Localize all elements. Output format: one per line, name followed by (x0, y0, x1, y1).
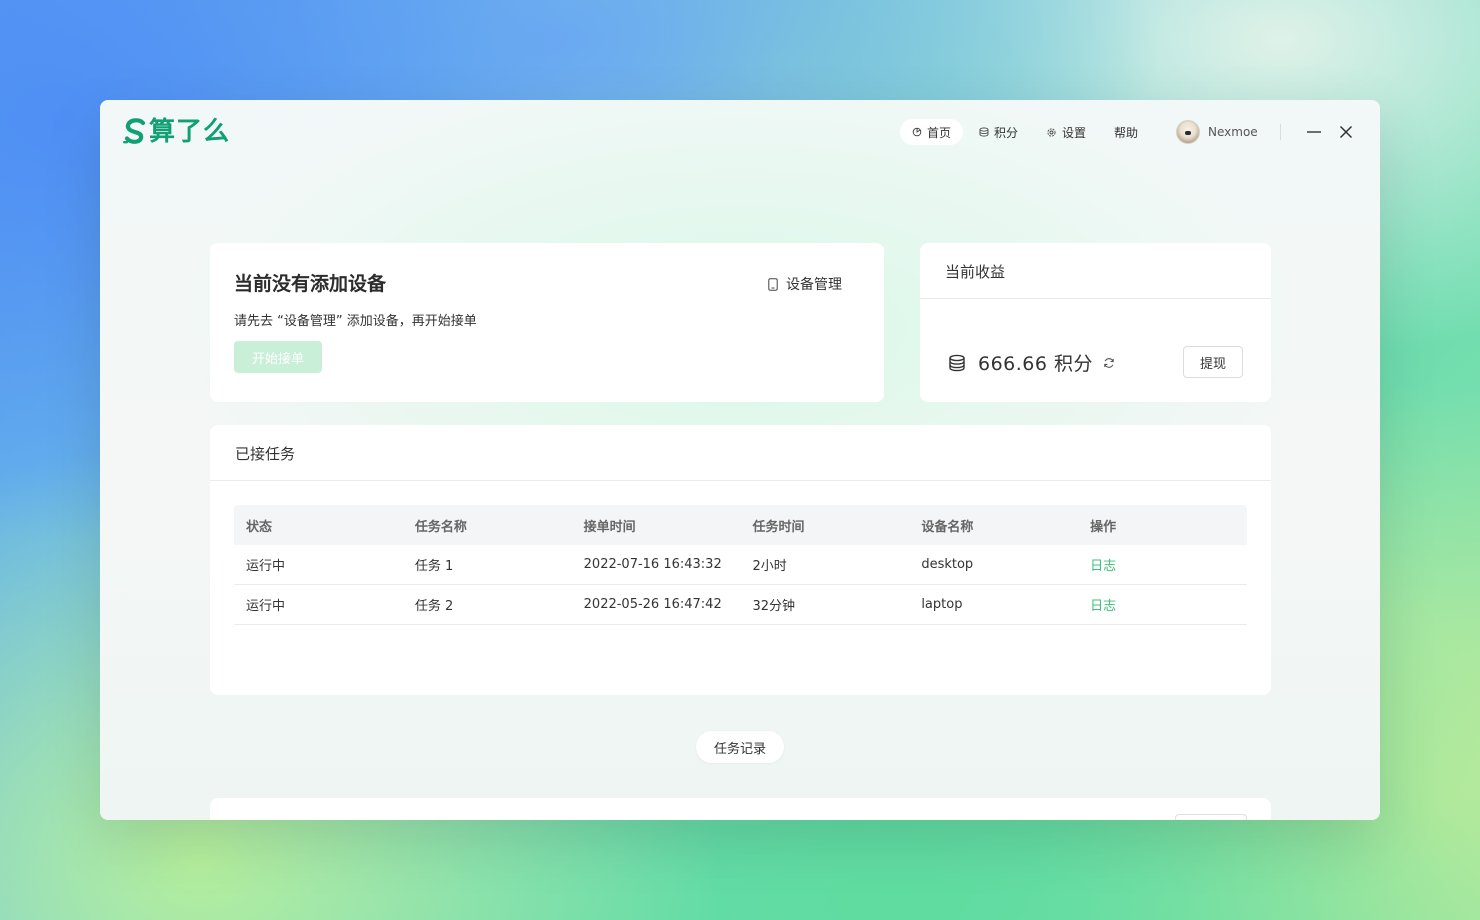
cell-status: 运行中 (246, 599, 286, 614)
device-card-description: 请先去 “设备管理” 添加设备，再开始接单 (234, 314, 477, 329)
cell-task-name: 任务 1 (414, 559, 454, 574)
close-icon (1339, 125, 1353, 139)
nav-item-help[interactable]: 帮助 (1102, 119, 1150, 145)
income-card: 当前收益 666.66 积分 提现 (920, 243, 1271, 402)
task-history-button[interactable]: 任务记录 (696, 731, 784, 763)
device-manage-link[interactable]: 设备管理 (768, 274, 842, 294)
logo-text: 算了么 (149, 117, 231, 147)
close-button[interactable] (1336, 122, 1356, 142)
cell-status: 运行中 (246, 559, 286, 574)
nav-item-home[interactable]: 首页 (900, 119, 964, 145)
divider (1280, 124, 1281, 140)
nav-item-settings-label: 设置 (1062, 125, 1087, 140)
app-window: 算了么 首页 积分 设置 帮助 Nexmoe 当前没有添加设备 设备管理 请先去… (100, 100, 1380, 820)
cell-task-name: 任务 2 (414, 599, 454, 614)
nav-item-points[interactable]: 积分 (967, 119, 1030, 145)
withdraw-button[interactable]: 提现 (1183, 346, 1243, 378)
start-order-button[interactable]: 开始接单 (234, 341, 322, 373)
minimize-icon (1307, 131, 1321, 133)
bottom-card (210, 798, 1271, 820)
income-row: 666.66 积分 (948, 349, 1115, 376)
nav-item-points-label: 积分 (994, 125, 1019, 140)
column-header-status: 状态 (246, 519, 273, 535)
column-header-task-name: 任务名称 (414, 519, 467, 535)
column-header-action: 操作 (1090, 519, 1117, 535)
income-card-header: 当前收益 (920, 243, 1271, 299)
nav-item-settings[interactable]: 设置 (1034, 119, 1098, 145)
top-bar: 算了么 首页 积分 设置 帮助 Nexmoe (100, 100, 1380, 164)
table-row: 运行中 任务 2 2022-05-26 16:47:42 32分钟 laptop… (234, 585, 1247, 625)
tasks-card: 已接任务 状态 任务名称 接单时间 任务时间 设备名称 操作 运行中 任务 1 … (210, 425, 1271, 695)
income-value: 666.66 积分 (978, 353, 1094, 375)
home-icon (912, 127, 922, 137)
log-link[interactable]: 日志 (1078, 595, 1247, 614)
cell-accept-time: 2022-05-26 16:47:42 (583, 597, 722, 612)
user-menu[interactable]: Nexmoe (1176, 119, 1258, 145)
table-row: 运行中 任务 1 2022-07-16 16:43:32 2小时 desktop… (234, 545, 1247, 585)
refresh-button[interactable] (1103, 357, 1115, 369)
tablet-icon (768, 277, 778, 291)
device-card-title: 当前没有添加设备 (234, 273, 387, 295)
main-nav: 首页 积分 设置 帮助 (900, 119, 1154, 145)
device-card: 当前没有添加设备 设备管理 请先去 “设备管理” 添加设备，再开始接单 开始接单 (210, 243, 884, 402)
cell-accept-time: 2022-07-16 16:43:32 (583, 557, 722, 572)
tasks-table: 状态 任务名称 接单时间 任务时间 设备名称 操作 运行中 任务 1 2022-… (234, 505, 1247, 625)
column-header-accept-time: 接单时间 (583, 519, 636, 535)
cell-task-time: 2小时 (752, 559, 787, 574)
refresh-icon (1104, 357, 1114, 368)
logo-s-icon (123, 118, 146, 144)
cell-device-name: desktop (921, 557, 974, 572)
database-icon (949, 354, 965, 371)
cell-task-time: 32分钟 (752, 599, 796, 614)
nav-item-home-label: 首页 (927, 125, 952, 140)
device-manage-label: 设备管理 (786, 277, 842, 293)
nav-item-help-label: 帮助 (1114, 125, 1139, 140)
coins-icon (979, 127, 989, 137)
minimize-button[interactable] (1304, 122, 1324, 142)
avatar-icon (1176, 120, 1200, 144)
user-name: Nexmoe (1208, 125, 1258, 139)
bottom-card-button[interactable] (1175, 814, 1247, 820)
tasks-card-title: 已接任务 (235, 445, 296, 463)
income-card-title: 当前收益 (945, 263, 1006, 281)
log-link[interactable]: 日志 (1078, 555, 1247, 574)
gear-icon (1047, 127, 1056, 137)
column-header-device-name: 设备名称 (921, 519, 974, 535)
app-logo[interactable]: 算了么 (122, 116, 230, 148)
tasks-card-header: 已接任务 (210, 425, 1271, 481)
table-header: 状态 任务名称 接单时间 任务时间 设备名称 操作 (234, 505, 1247, 545)
cell-device-name: laptop (921, 597, 963, 612)
column-header-task-time: 任务时间 (752, 519, 805, 535)
